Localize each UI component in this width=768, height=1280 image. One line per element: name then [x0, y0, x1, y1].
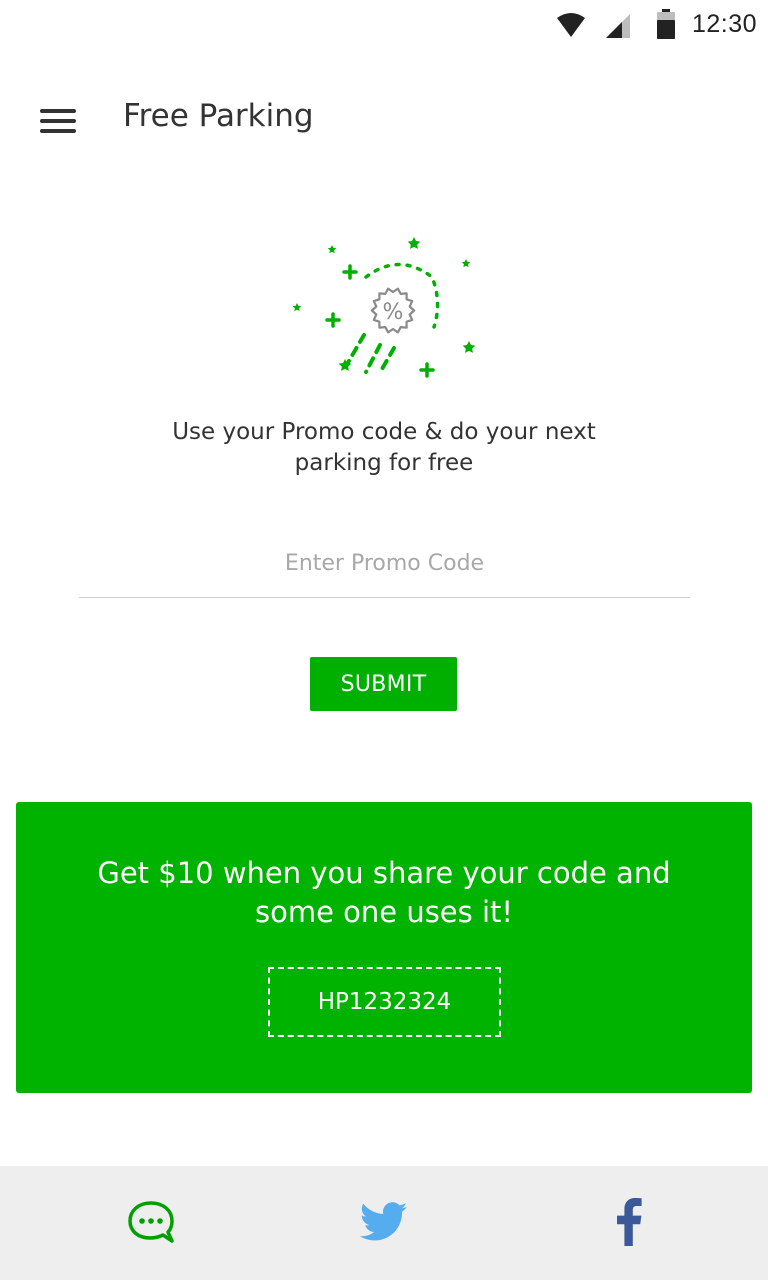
- promo-description-line1: Use your Promo code & do your next: [172, 419, 596, 445]
- percent-badge-celebration-icon: %: [284, 232, 484, 382]
- hamburger-menu-icon[interactable]: [30, 95, 86, 145]
- message-share-button[interactable]: [123, 1196, 179, 1252]
- status-bar: 12:30: [0, 0, 768, 50]
- referral-card: Get $10 when you share your code and som…: [16, 802, 752, 1093]
- referral-code-box[interactable]: HP1232324: [268, 967, 501, 1037]
- referral-code: HP1232324: [317, 989, 452, 1015]
- referral-message-line2: some one uses it!: [254, 895, 514, 929]
- facebook-share-button[interactable]: [601, 1196, 657, 1252]
- facebook-icon: [616, 1198, 642, 1250]
- share-bar: [0, 1166, 768, 1280]
- promo-description: Use your Promo code & do your next parki…: [0, 417, 768, 479]
- referral-message: Get $10 when you share your code and som…: [16, 854, 752, 932]
- app-bar: Free Parking: [0, 70, 768, 170]
- twitter-icon: [359, 1202, 408, 1246]
- submit-button[interactable]: SUBMIT: [310, 657, 457, 711]
- svg-text:%: %: [383, 300, 404, 325]
- battery-icon: [657, 9, 675, 43]
- wifi-icon: [556, 12, 586, 42]
- clock-time: 12:30: [692, 10, 758, 38]
- cell-signal-icon: [605, 13, 631, 43]
- referral-message-line1: Get $10 when you share your code and: [97, 856, 671, 890]
- message-icon: [126, 1200, 176, 1248]
- twitter-share-button[interactable]: [356, 1196, 412, 1252]
- promo-code-input[interactable]: [79, 530, 690, 598]
- page-title: Free Parking: [123, 98, 314, 134]
- promo-description-line2: parking for free: [294, 450, 474, 476]
